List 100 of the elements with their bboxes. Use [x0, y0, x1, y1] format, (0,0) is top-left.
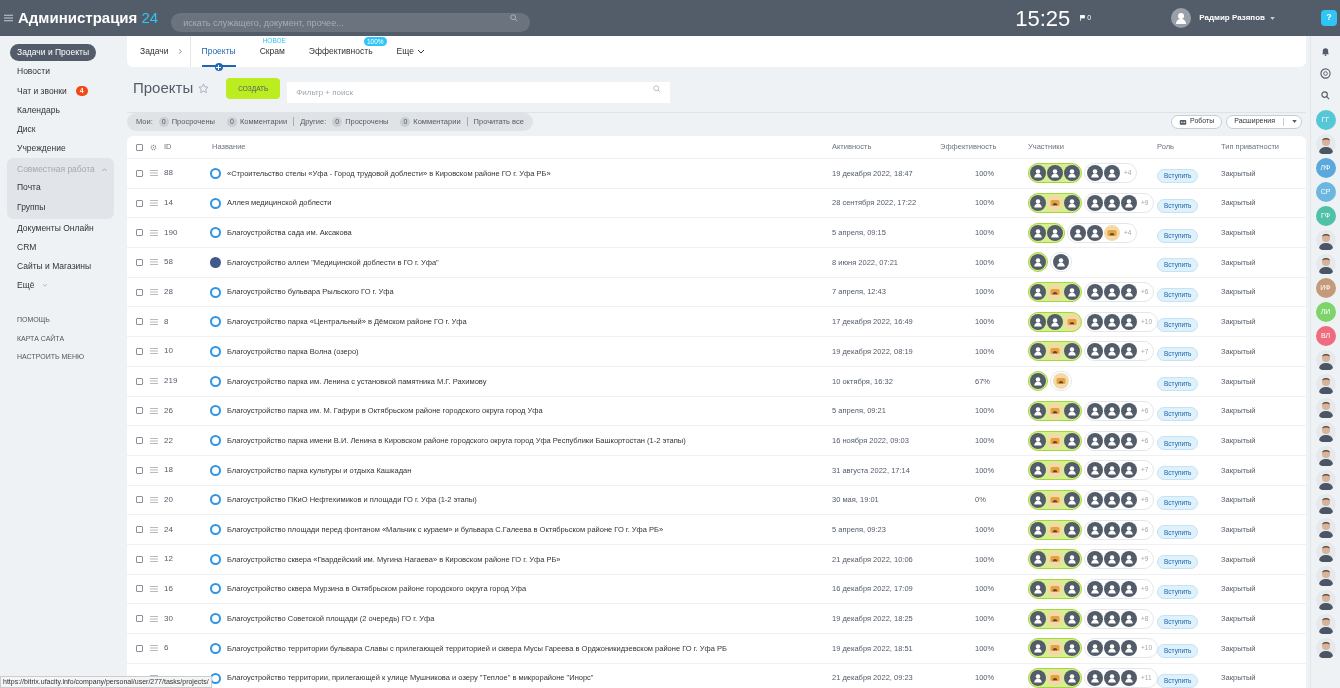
- drag-handle-icon[interactable]: [150, 437, 158, 444]
- row-checkbox[interactable]: [136, 407, 143, 415]
- owners-group[interactable]: [1028, 549, 1082, 570]
- portal-logo[interactable]: Администрация 24: [18, 6, 159, 30]
- owners-group[interactable]: [1028, 638, 1082, 659]
- owners-group[interactable]: [1028, 489, 1082, 510]
- project-icon: [210, 286, 221, 298]
- sidebar-item[interactable]: Сайты и Магазины: [10, 258, 99, 275]
- select-all-checkbox[interactable]: [136, 143, 143, 151]
- row-checkbox[interactable]: [136, 555, 143, 563]
- avatar-icon: [1064, 165, 1080, 182]
- row-checkbox[interactable]: [136, 466, 143, 474]
- owners-group[interactable]: [1028, 608, 1082, 629]
- row-checkbox[interactable]: [136, 615, 143, 623]
- drag-handle-icon[interactable]: [150, 348, 158, 355]
- notifications-icon[interactable]: [1321, 47, 1330, 56]
- row-checkbox[interactable]: [136, 258, 143, 266]
- row-checkbox[interactable]: [136, 585, 143, 593]
- menu-icon[interactable]: [4, 14, 13, 22]
- drag-handle-icon[interactable]: [150, 318, 158, 325]
- flag-icon[interactable]: [1080, 15, 1086, 21]
- caret-icon: [1292, 120, 1297, 123]
- drag-handle-icon[interactable]: [150, 645, 158, 652]
- owners-group[interactable]: [1028, 311, 1082, 332]
- user-name[interactable]: Радмир Разяпов: [1199, 12, 1265, 24]
- owners-group[interactable]: [1028, 430, 1082, 451]
- sidebar-item[interactable]: Документы Онлайн: [10, 219, 101, 237]
- tab[interactable]: Эффективность: [308, 45, 373, 58]
- owners-group[interactable]: [1028, 668, 1082, 688]
- search-icon[interactable]: [1321, 91, 1330, 100]
- owners-group[interactable]: [1028, 222, 1065, 243]
- drag-handle-icon[interactable]: [150, 496, 158, 503]
- owners-group[interactable]: [1028, 193, 1082, 214]
- sidebar-item[interactable]: Почта: [10, 179, 48, 197]
- sidebar-item[interactable]: Чат и звонки: [10, 82, 74, 100]
- avatar-icon: [1030, 580, 1046, 597]
- project-icon: [210, 227, 221, 239]
- row-checkbox[interactable]: [136, 318, 143, 326]
- search-field[interactable]: искать служащего, документ, прочее...: [171, 13, 531, 32]
- star-icon[interactable]: [198, 83, 210, 94]
- user-avatar-icon[interactable]: [1171, 8, 1192, 28]
- avatar-icon: [1121, 580, 1137, 597]
- sidebar-item[interactable]: Ещё: [10, 277, 42, 295]
- avatar-icon: [1030, 551, 1046, 568]
- row-checkbox[interactable]: [136, 644, 143, 652]
- row-checkbox[interactable]: [136, 437, 143, 445]
- owners-group[interactable]: [1028, 341, 1082, 362]
- sidebar-item[interactable]: Диск: [10, 120, 43, 138]
- sidebar-item[interactable]: Календарь: [10, 101, 67, 119]
- tab[interactable]: Скрам: [259, 45, 285, 58]
- sidebar-item[interactable]: Новости: [10, 63, 57, 81]
- owners-group[interactable]: [1028, 400, 1082, 421]
- owners-group[interactable]: [1028, 282, 1082, 303]
- chevron-icon[interactable]: [43, 284, 48, 288]
- row-checkbox[interactable]: [136, 199, 143, 207]
- drag-handle-icon[interactable]: [150, 407, 158, 414]
- owners-group[interactable]: [1028, 371, 1048, 392]
- owners-group[interactable]: [1028, 578, 1082, 599]
- drag-handle-icon[interactable]: [150, 378, 158, 385]
- drag-handle-icon[interactable]: [150, 170, 158, 177]
- add-icon[interactable]: [214, 63, 223, 71]
- settings-icon[interactable]: [150, 143, 157, 151]
- row-checkbox[interactable]: [136, 496, 143, 504]
- row-checkbox[interactable]: [136, 288, 143, 296]
- breadcrumb-link[interactable]: Задачи: [140, 45, 169, 58]
- drag-handle-icon[interactable]: [150, 200, 158, 207]
- filter-field[interactable]: Фильтр + поиск: [287, 82, 670, 103]
- avatar-icon: [1047, 640, 1063, 657]
- avatar-icon: [1121, 432, 1137, 449]
- avatar-icon: [1104, 402, 1120, 419]
- sidebar-item[interactable]: Группы: [10, 198, 53, 216]
- owners-group[interactable]: [1028, 519, 1082, 540]
- sidebar-item[interactable]: CRM: [10, 238, 44, 256]
- row-checkbox[interactable]: [136, 229, 143, 237]
- drag-handle-icon[interactable]: [150, 467, 158, 474]
- caret-icon[interactable]: [1270, 16, 1275, 20]
- drag-handle-icon[interactable]: [150, 526, 158, 533]
- project-icon: [210, 524, 221, 536]
- owners-group[interactable]: [1028, 252, 1048, 273]
- avatar-icon: [1104, 462, 1120, 479]
- row-checkbox[interactable]: [136, 526, 143, 534]
- drag-handle-icon[interactable]: [150, 615, 158, 622]
- project-icon: [210, 405, 221, 417]
- row-checkbox[interactable]: [136, 169, 143, 177]
- avatar-icon: [1047, 284, 1063, 301]
- drag-handle-icon[interactable]: [150, 556, 158, 563]
- drag-handle-icon[interactable]: [150, 289, 158, 296]
- sidebar-item[interactable]: Учреждение: [10, 140, 73, 157]
- row-checkbox[interactable]: [136, 347, 143, 355]
- avatar-icon: [1087, 551, 1103, 568]
- sidebar-item[interactable]: Задачи и Проекты: [10, 44, 97, 61]
- drag-handle-icon[interactable]: [150, 585, 158, 592]
- owners-group[interactable]: [1028, 460, 1082, 481]
- avatar-icon: [1047, 402, 1063, 419]
- row-checkbox[interactable]: [136, 377, 143, 385]
- tab[interactable]: Еще: [396, 45, 424, 58]
- owners-group[interactable]: [1028, 163, 1082, 184]
- drag-handle-icon[interactable]: [150, 229, 158, 236]
- drag-handle-icon[interactable]: [150, 259, 158, 266]
- project-icon: [210, 167, 221, 179]
